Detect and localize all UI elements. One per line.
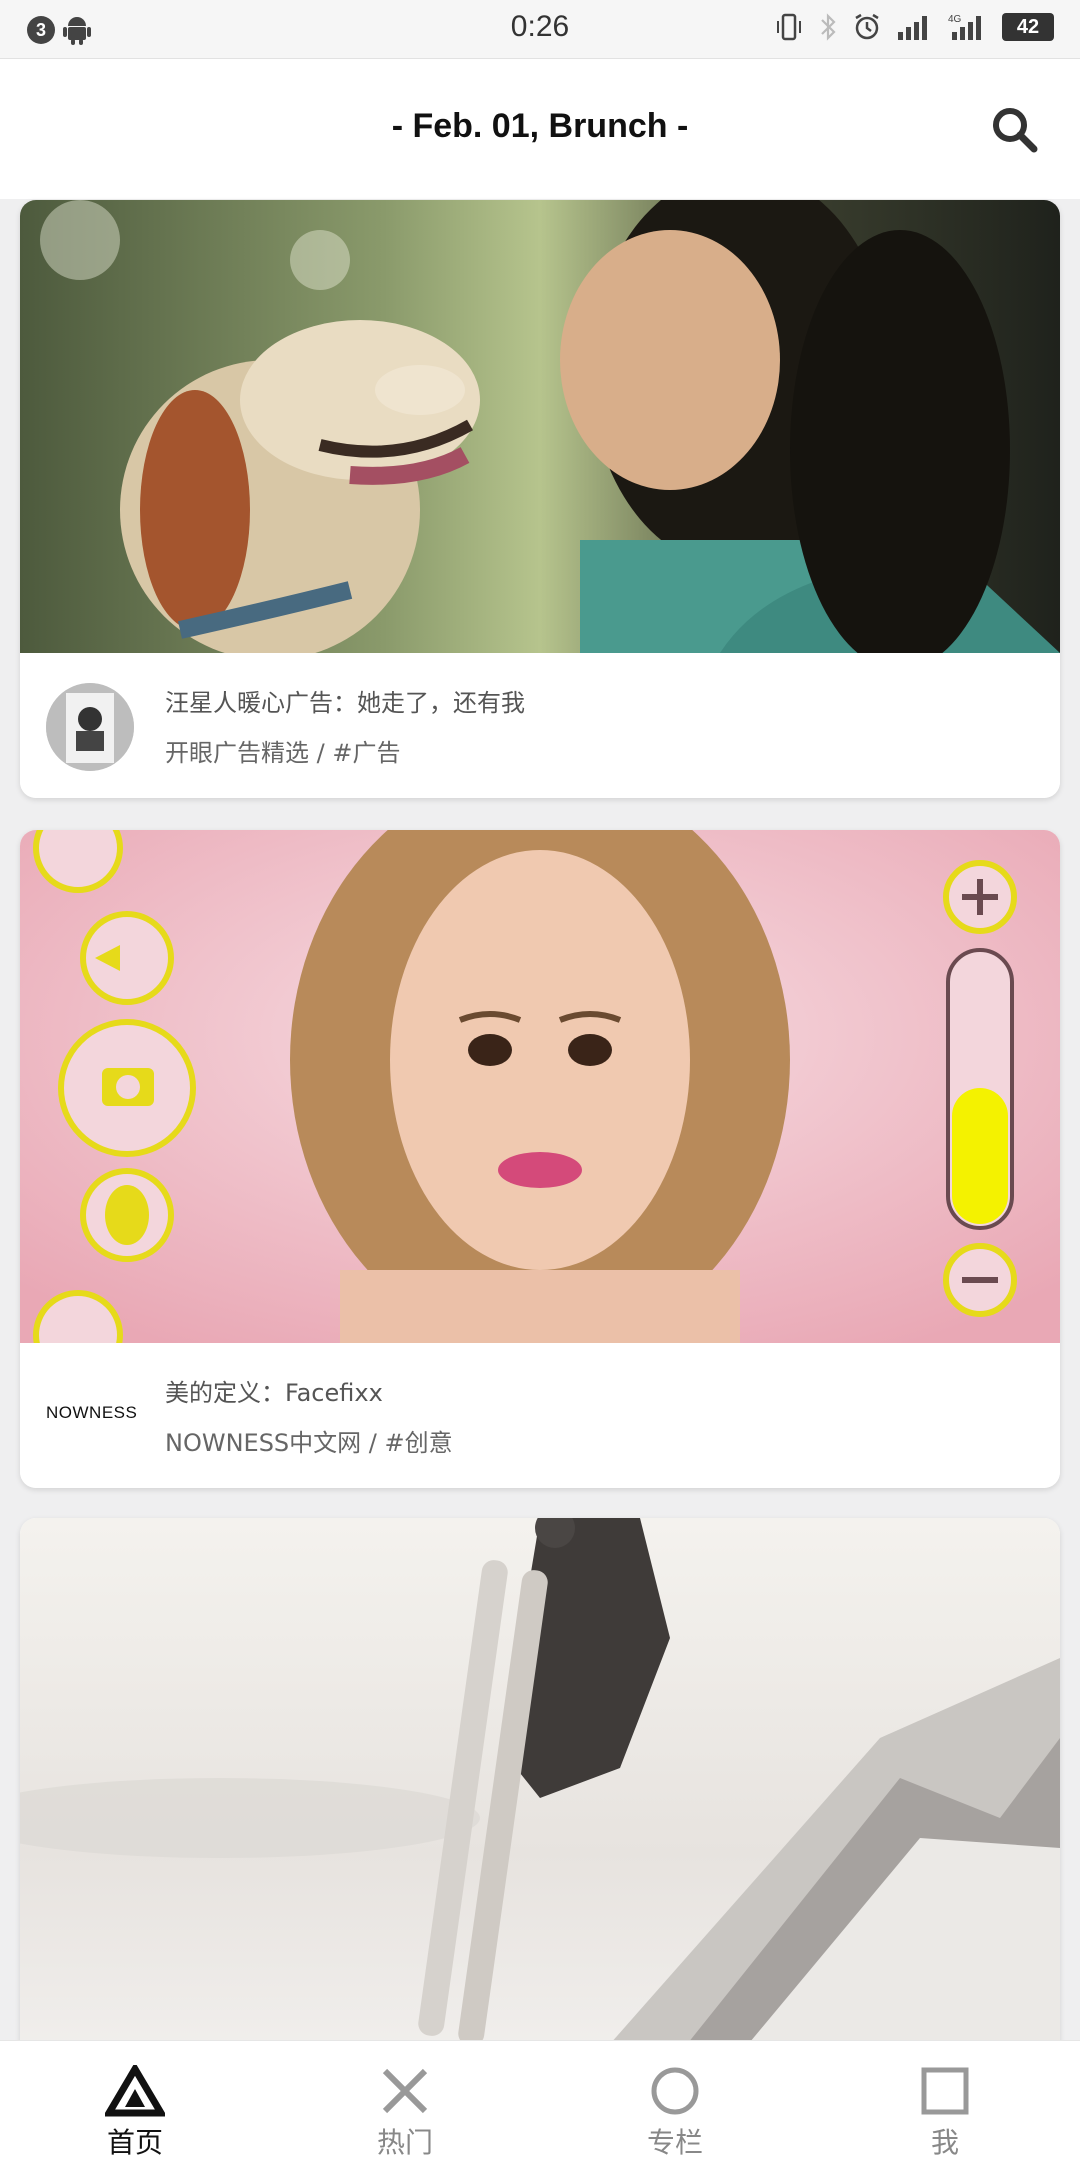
card-info: NOWNESS 美的定义：Facefixx NOWNESS中文网 / #创意 [20,1343,1060,1488]
svg-text:4G: 4G [948,14,962,25]
battery-indicator: 42 [1002,13,1054,41]
video-thumbnail[interactable] [20,200,1060,653]
feed-card[interactable] [20,1518,1060,2078]
tab-label: 热门 [376,2126,433,2159]
card-category[interactable]: 开眼广告精选 / #广告 [165,733,400,768]
square-icon [921,2067,969,2115]
video-thumbnail[interactable] [20,1518,1060,2078]
signal-icon [898,16,927,40]
circle-icon [651,2067,699,2115]
alarm-icon [855,13,879,40]
bluetooth-icon [821,13,836,41]
search-icon[interactable] [988,103,1040,155]
avatar[interactable] [46,683,134,771]
signal-4g-icon: 4G [948,14,981,40]
feed-card[interactable]: 汪星人暖心广告：她走了，还有我 开眼广告精选 / #广告 [20,200,1060,798]
vibrate-icon [777,13,801,41]
tab-me[interactable]: 我 [810,2041,1080,2161]
card-category[interactable]: NOWNESS中文网 / #创意 [165,1423,453,1458]
tab-hot[interactable]: 热门 [270,2041,540,2161]
tab-home[interactable]: 首页 [0,2041,270,2161]
tab-label: 我 [930,2126,959,2159]
tab-label: 首页 [106,2126,163,2159]
card-title: 美的定义：Facefixx [165,1379,383,1407]
tab-label: 专栏 [646,2126,703,2159]
tab-column[interactable]: 专栏 [540,2041,810,2161]
card-title: 汪星人暖心广告：她走了，还有我 [165,689,525,717]
app-header: - Feb. 01, Brunch - [0,59,1080,199]
page-title: - Feb. 01, Brunch - [391,107,689,145]
card-info: 汪星人暖心广告：她走了，还有我 开眼广告精选 / #广告 [20,653,1060,798]
cross-icon [382,2068,428,2114]
status-bar: 3 0:26 4G 42 [0,0,1080,59]
triangle-icon [105,2065,165,2117]
feed-card[interactable]: NOWNESS 美的定义：Facefixx NOWNESS中文网 / #创意 [20,830,1060,1488]
brand-logo[interactable]: NOWNESS [46,1403,166,1423]
video-thumbnail[interactable] [20,830,1060,1343]
bottom-navigation: 首页 热门 专栏 我 [0,2040,1080,2161]
